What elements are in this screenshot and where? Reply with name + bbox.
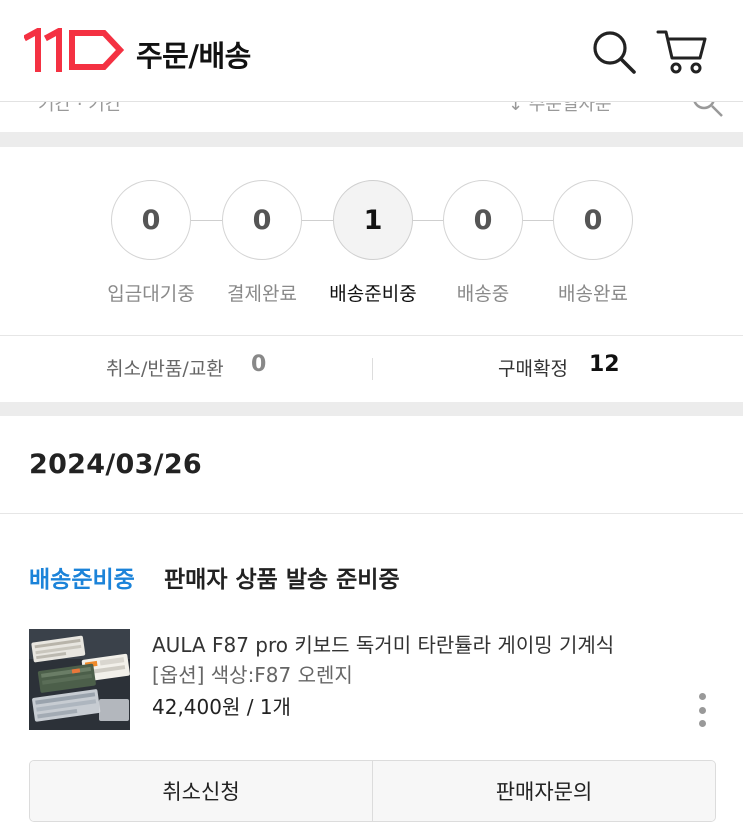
purchase-confirmed-count[interactable]: 12 <box>589 352 620 377</box>
step-count-shipping[interactable]: 0 <box>443 180 523 260</box>
step-connector <box>301 220 333 221</box>
cancel-request-button[interactable]: 취소신청 <box>30 761 372 821</box>
purchase-confirmed-label[interactable]: 구매확정 <box>498 354 568 381</box>
keyboard-image <box>29 629 130 730</box>
delivery-status-label: 배송준비중 <box>29 567 135 593</box>
order-date: 2024/03/26 <box>29 449 203 480</box>
product-option: [옵션] 색상:F87 오렌지 <box>152 663 353 687</box>
step-count-delivered[interactable]: 0 <box>553 180 633 260</box>
search-icon[interactable] <box>690 102 724 122</box>
sort-filter[interactable]: ↕ 주문일자순 <box>508 102 612 116</box>
seller-inquiry-button[interactable]: 판매자문의 <box>372 761 715 821</box>
product-thumbnail[interactable] <box>29 629 130 730</box>
page-title: 주문/배송 <box>136 39 251 73</box>
dot-icon <box>698 720 706 727</box>
section-divider <box>0 402 743 416</box>
divider <box>0 513 743 514</box>
section-divider <box>0 132 743 147</box>
step-connector <box>191 220 222 221</box>
order-status-steps: 0 0 1 0 0 입금대기중 결제완료 배송준비중 배송중 배송완료 <box>0 147 743 335</box>
step-count-preparing[interactable]: 1 <box>333 180 413 260</box>
11st-logo-icon[interactable] <box>24 28 126 72</box>
cart-icon[interactable] <box>656 26 708 76</box>
summary-separator <box>372 358 373 380</box>
cancel-return-exchange-label[interactable]: 취소/반품/교환 <box>106 354 224 381</box>
step-count-paid[interactable]: 0 <box>222 180 302 260</box>
app-header: 주문/배송 <box>0 0 743 102</box>
delivery-status-description: 판매자 상품 발송 준비중 <box>164 567 400 593</box>
step-connector <box>522 220 554 221</box>
order-action-buttons: 취소신청 판매자문의 <box>29 760 716 822</box>
more-options-icon[interactable] <box>690 690 714 730</box>
search-icon[interactable] <box>590 28 638 76</box>
step-connector <box>412 220 443 221</box>
dot-icon <box>698 693 706 700</box>
step-count-pending-deposit[interactable]: 0 <box>111 180 191 260</box>
cancel-return-exchange-count[interactable]: 0 <box>251 352 266 377</box>
dot-icon <box>698 706 706 714</box>
period-filter[interactable]: 기간 · 기간 <box>38 102 121 116</box>
order-summary-row: 취소/반품/교환 0 구매확정 12 <box>0 336 743 402</box>
step-label-delivered: 배송완료 <box>558 283 628 305</box>
filter-strip: 기간 · 기간 ↕ 주문일자순 <box>0 102 743 132</box>
product-name[interactable]: AULA F87 pro 키보드 독거미 타란튤라 게이밍 기계식 <box>152 629 614 658</box>
product-price-quantity: 42,400원 / 1개 <box>152 695 291 719</box>
